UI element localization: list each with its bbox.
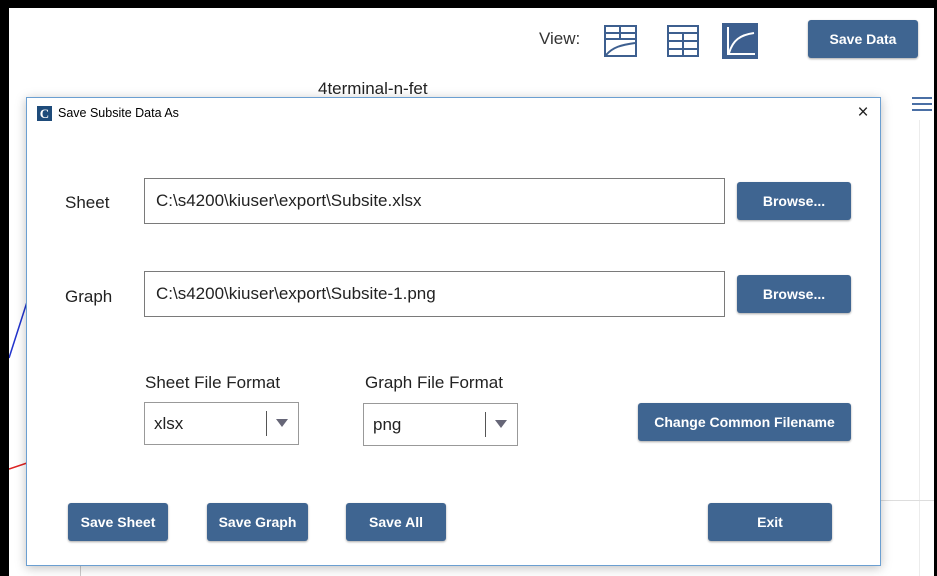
save-subsite-dialog: C Save Subsite Data As × Sheet C:\s4200\… <box>26 97 881 566</box>
change-common-filename-button[interactable]: Change Common Filename <box>638 403 851 441</box>
window-frame-top <box>0 0 937 8</box>
menu-icon[interactable] <box>910 95 932 115</box>
chevron-down-icon[interactable] <box>276 419 288 427</box>
graph-browse-button[interactable]: Browse... <box>737 275 851 313</box>
graph-format-select[interactable]: png <box>363 403 518 446</box>
grid-view-icon[interactable] <box>665 23 701 59</box>
sheet-format-label: Sheet File Format <box>145 373 281 392</box>
app-toolbar: View: Save Data <box>9 8 934 68</box>
save-all-button[interactable]: Save All <box>346 503 446 541</box>
background-divider <box>919 120 920 576</box>
close-icon[interactable]: × <box>851 101 875 125</box>
split-view-icon[interactable] <box>603 23 639 59</box>
select-divider <box>485 412 486 437</box>
save-sheet-button[interactable]: Save Sheet <box>68 503 168 541</box>
view-label: View: <box>539 29 581 48</box>
background-divider <box>881 500 934 501</box>
app-icon: C <box>37 106 52 121</box>
save-graph-button[interactable]: Save Graph <box>207 503 308 541</box>
save-data-button[interactable]: Save Data <box>808 20 918 58</box>
sheet-format-select[interactable]: xlsx <box>144 402 299 445</box>
graph-label: Graph <box>65 287 113 306</box>
graph-path-input[interactable]: C:\s4200\kiuser\export\Subsite-1.png <box>144 271 725 317</box>
exit-button[interactable]: Exit <box>708 503 832 541</box>
chart-title: 4terminal-n-fet <box>318 79 428 98</box>
graph-format-value: png <box>373 415 402 434</box>
sheet-path-input[interactable]: C:\s4200\kiuser\export\Subsite.xlsx <box>144 178 725 224</box>
graph-format-label: Graph File Format <box>365 373 503 392</box>
dialog-title: Save Subsite Data As <box>58 106 179 120</box>
sheet-label: Sheet <box>65 193 110 212</box>
graph-view-icon[interactable] <box>722 23 758 59</box>
sheet-browse-button[interactable]: Browse... <box>737 182 851 220</box>
select-divider <box>266 411 267 436</box>
window-frame-left <box>0 0 9 576</box>
sheet-format-value: xlsx <box>154 414 184 433</box>
chevron-down-icon[interactable] <box>495 420 507 428</box>
